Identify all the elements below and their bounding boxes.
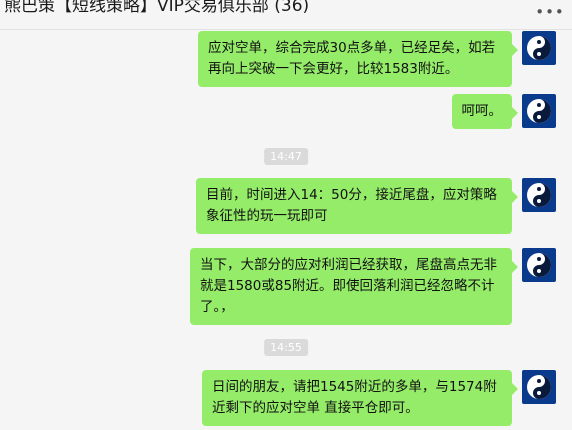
yin-yang-icon (527, 36, 551, 60)
yin-yang-icon (527, 253, 551, 277)
message-item: 呵呵。 (451, 94, 556, 129)
title-bar: 熊巴策【短线策略】VIP交易俱乐部 (36) ••• (0, 0, 572, 30)
yin-yang-icon (527, 183, 551, 207)
message-bubble[interactable]: 当下，大部分的应对利润已经获取，尾盘高点无非就是1580或85附近。即使回落利润… (190, 248, 518, 325)
avatar[interactable] (522, 248, 556, 282)
chat-window: 熊巴策【短线策略】VIP交易俱乐部 (36) ••• 应对空单，综合完成30点多… (0, 0, 572, 430)
avatar[interactable] (522, 94, 556, 128)
message-list[interactable]: 应对空单，综合完成30点多单，已经足矣，如若再向上突破一下会更好，比较1583附… (0, 30, 572, 430)
message-bubble[interactable]: 应对空单，综合完成30点多单，已经足矣，如若再向上突破一下会更好，比较1583附… (198, 31, 518, 87)
yin-yang-icon (527, 99, 551, 123)
message-bubble[interactable]: 呵呵。 (451, 94, 518, 129)
timestamp: 14:47 (264, 148, 308, 165)
avatar[interactable] (522, 31, 556, 65)
chat-title: 熊巴策【短线策略】VIP交易俱乐部 (36) (4, 0, 310, 16)
message-item: 应对空单，综合完成30点多单，已经足矣，如若再向上突破一下会更好，比较1583附… (198, 31, 556, 87)
message-item: 目前，时间进入14：50分，接近尾盘，应对策略象征性的玩一玩即可 (196, 178, 556, 234)
avatar[interactable] (522, 178, 556, 212)
yin-yang-icon (527, 375, 551, 399)
timestamp: 14:55 (264, 339, 308, 356)
message-bubble[interactable]: 日间的朋友，请把1545附近的多单，与1574附近剩下的应对空单 直接平仓即可。 (202, 370, 518, 426)
avatar[interactable] (522, 370, 556, 404)
message-item: 日间的朋友，请把1545附近的多单，与1574附近剩下的应对空单 直接平仓即可。 (202, 370, 556, 426)
message-bubble[interactable]: 目前，时间进入14：50分，接近尾盘，应对策略象征性的玩一玩即可 (196, 178, 518, 234)
message-item: 当下，大部分的应对利润已经获取，尾盘高点无非就是1580或85附近。即使回落利润… (190, 248, 556, 325)
more-dots-icon[interactable]: ••• (535, 2, 564, 22)
